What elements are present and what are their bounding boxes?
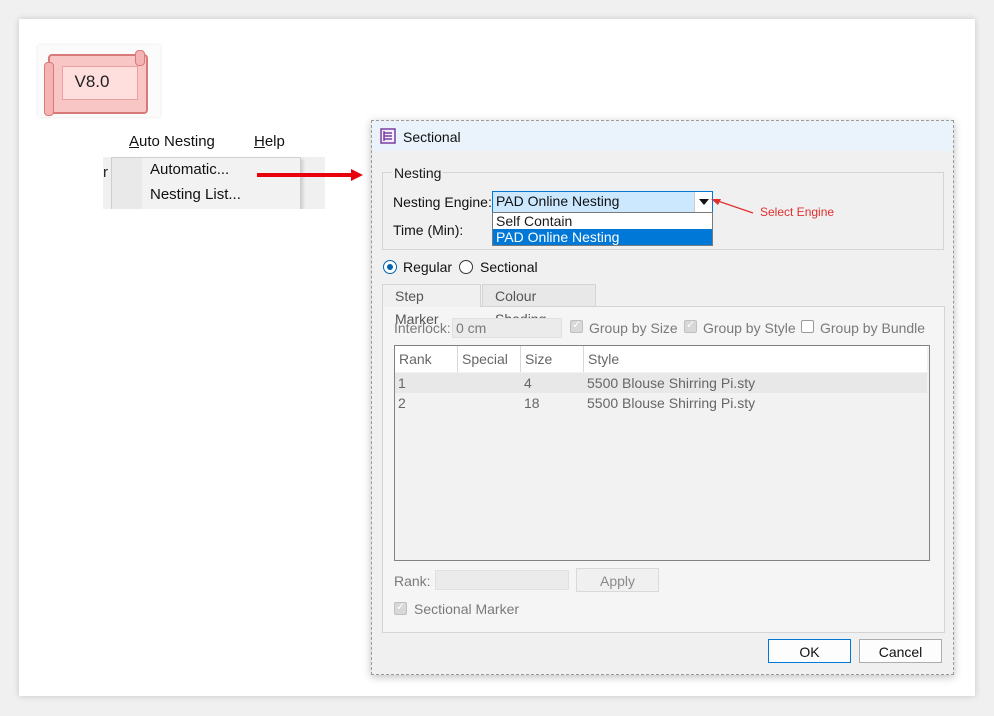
cell-size: 18	[524, 395, 540, 411]
option-self-contain[interactable]: Self Contain	[493, 213, 712, 229]
sectional-marker-checkbox[interactable]	[394, 600, 407, 615]
menu-help[interactable]: Help	[254, 133, 285, 150]
time-label: Time (Min):	[393, 222, 464, 238]
table-row[interactable]: 1 4 5500 Blouse Shirring Pi.sty	[395, 373, 927, 393]
option-pad-online-nesting[interactable]: PAD Online Nesting	[493, 229, 712, 245]
cell-style: 5500 Blouse Shirring Pi.sty	[587, 395, 756, 411]
scroll-curl-right	[135, 50, 145, 66]
cell-rank: 1	[398, 375, 406, 391]
table-row[interactable]: 2 18 5500 Blouse Shirring Pi.sty	[395, 393, 927, 413]
group-by-size-label: Group by Size	[589, 320, 678, 336]
rank-label: Rank:	[394, 573, 431, 589]
group-by-bundle-checkbox[interactable]	[801, 320, 814, 333]
menu-accel-key: H	[254, 133, 265, 150]
group-by-style-checkbox[interactable]	[684, 318, 697, 333]
auto-nesting-dropdown: Automatic... Nesting List...	[111, 157, 301, 209]
callout-arrow-icon	[711, 199, 754, 214]
nesting-engine-value: PAD Online Nesting	[496, 193, 620, 209]
menu-item-automatic[interactable]: Automatic...	[150, 161, 229, 178]
interlock-value: 0 cm	[456, 320, 487, 336]
nesting-group-legend: Nesting	[392, 165, 444, 181]
group-by-bundle-label: Group by Bundle	[820, 320, 926, 336]
regular-radio-label: Regular	[403, 259, 453, 275]
scroll-curl-left	[44, 62, 54, 116]
cell-rank: 2	[398, 395, 406, 411]
column-header-rank[interactable]: Rank	[395, 346, 458, 372]
tab-step-marker[interactable]: Step Marker	[382, 284, 481, 327]
column-header-size[interactable]: Size	[521, 346, 584, 372]
marker-table: Rank Special Size Style 1 4 5500 Blouse …	[394, 345, 930, 561]
sectional-marker-label: Sectional Marker	[414, 601, 520, 617]
column-header-special[interactable]: Special	[458, 346, 521, 372]
select-engine-callout: Select Engine	[760, 205, 835, 219]
sectional-dialog: Sectional Nesting Nesting Engine: PAD On…	[371, 120, 954, 675]
apply-button[interactable]: Apply	[576, 568, 659, 592]
menu-accel-key: A	[129, 133, 140, 150]
menu-label: uto Nesting	[139, 133, 215, 150]
menu-label: elp	[264, 133, 285, 150]
cancel-button[interactable]: Cancel	[859, 639, 942, 663]
cell-size: 4	[524, 375, 532, 391]
cell-style: 5500 Blouse Shirring Pi.sty	[587, 375, 756, 391]
dialog-title: Sectional	[403, 129, 461, 145]
sectional-radio[interactable]	[459, 260, 473, 274]
nesting-engine-combobox[interactable]: PAD Online Nesting	[492, 191, 713, 213]
nesting-engine-options: Self Contain PAD Online Nesting	[492, 212, 713, 246]
menu-auto-nesting[interactable]: Auto Nesting	[129, 133, 215, 150]
dialog-titlebar: Sectional	[372, 121, 953, 151]
column-header-style[interactable]: Style	[584, 346, 927, 372]
red-arrow-icon	[257, 169, 363, 181]
rank-input[interactable]	[435, 570, 569, 590]
regular-radio[interactable]	[383, 260, 397, 274]
group-by-size-checkbox[interactable]	[570, 318, 583, 333]
tab-colour-shading[interactable]: Colour Shading	[482, 284, 596, 327]
cropped-menu-text: r	[103, 164, 108, 181]
menu-item-nesting-list[interactable]: Nesting List...	[150, 186, 241, 203]
interlock-label: Interlock:	[394, 320, 451, 336]
interlock-input[interactable]: 0 cm	[452, 318, 562, 338]
menu-icon-gutter	[112, 158, 142, 209]
version-badge-text: V8.0	[74, 72, 110, 91]
ok-button[interactable]: OK	[768, 639, 851, 663]
app-icon	[380, 128, 396, 144]
group-by-style-label: Group by Style	[703, 320, 796, 336]
sectional-radio-label: Sectional	[480, 259, 538, 275]
menu-bar: Auto Nesting Help	[103, 127, 325, 157]
nesting-engine-label: Nesting Engine:	[393, 194, 492, 210]
